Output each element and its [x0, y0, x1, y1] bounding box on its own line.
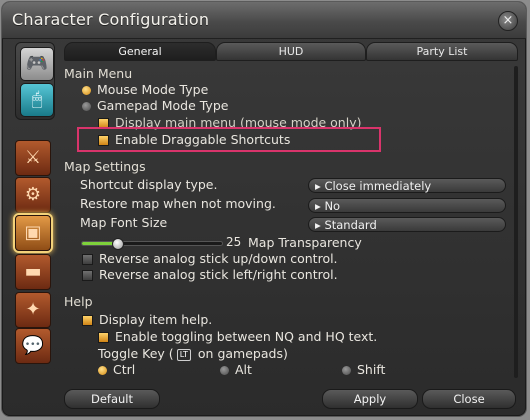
- nq-hq-toggle-label: Enable toggling between NQ and HQ text.: [115, 329, 378, 344]
- display-main-menu-label: Display main menu (mouse mode only): [115, 115, 362, 130]
- checkbox-checked-icon[interactable]: [98, 118, 109, 129]
- sidebar: 🎮 🖱 ⚔ ⚙ ▣ ▬ ✦ 💬: [12, 42, 56, 372]
- display-item-help-option[interactable]: Display item help.: [82, 312, 212, 327]
- settings-panel: Main Menu Mouse Mode Type Gamepad Mode T…: [64, 64, 520, 384]
- map-font-label: Map Font Size: [80, 215, 168, 230]
- toggle-key-ctrl[interactable]: Ctrl: [98, 362, 135, 377]
- map-font-dropdown[interactable]: ▸ Standard: [308, 217, 506, 232]
- input-mode-group: 🎮 🖱: [15, 42, 55, 120]
- character-category-icon[interactable]: ▣: [15, 215, 51, 251]
- settings-category-icon[interactable]: ⚙: [15, 177, 51, 213]
- toggle-key-shift[interactable]: Shift: [342, 362, 385, 377]
- mouse-mode-option[interactable]: Mouse Mode Type: [82, 82, 208, 97]
- reverse-leftright-label: Reverse analog stick left/right control.: [99, 267, 338, 282]
- draggable-shortcuts-option[interactable]: Enable Draggable Shortcuts: [98, 132, 290, 147]
- draggable-shortcuts-label: Enable Draggable Shortcuts: [115, 132, 291, 147]
- map-settings-heading: Map Settings: [64, 159, 146, 174]
- checkbox-unchecked-icon[interactable]: [82, 254, 93, 265]
- checkbox-unchecked-icon[interactable]: [82, 270, 93, 281]
- radio-selected-icon[interactable]: [98, 366, 107, 375]
- toggle-key-alt[interactable]: Alt: [220, 362, 252, 377]
- mouse-icon[interactable]: 🖱: [20, 83, 54, 117]
- reverse-updown-option[interactable]: Reverse analog stick up/down control.: [82, 251, 338, 266]
- toggle-key-label: Toggle Key (LT on gamepads): [98, 346, 288, 361]
- shortcut-display-dropdown[interactable]: ▸ Close immediately: [308, 178, 506, 193]
- party-category-icon[interactable]: ✦: [15, 292, 51, 328]
- reverse-updown-label: Reverse analog stick up/down control.: [99, 251, 338, 266]
- transparency-value: 25: [226, 235, 242, 249]
- toggle-key-suffix: on gamepads): [193, 346, 288, 361]
- radio-selected-icon[interactable]: [82, 86, 91, 95]
- tab-party-list[interactable]: Party List: [366, 42, 518, 61]
- help-heading: Help: [64, 294, 93, 309]
- restore-map-value: No: [324, 199, 341, 213]
- display-main-menu-option[interactable]: Display main menu (mouse mode only): [98, 115, 361, 130]
- transparency-label: Map Transparency: [248, 235, 362, 250]
- radio-unselected-icon[interactable]: [220, 366, 229, 375]
- checkbox-checked-icon[interactable]: [98, 332, 109, 343]
- character-configuration-window: Character Configuration × 🎮 🖱 ⚔ ⚙ ▣ ▬ ✦ …: [2, 2, 526, 416]
- map-transparency-slider[interactable]: [82, 238, 222, 250]
- shortcut-display-value: Close immediately: [324, 179, 432, 193]
- close-button[interactable]: Close: [422, 389, 516, 409]
- nq-hq-toggle-option[interactable]: Enable toggling between NQ and HQ text.: [98, 329, 377, 344]
- ctrl-label: Ctrl: [113, 362, 136, 377]
- lt-button-icon: LT: [176, 348, 191, 361]
- restore-map-dropdown[interactable]: ▸ No: [308, 198, 506, 213]
- map-font-value: Standard: [324, 218, 377, 232]
- chat-category-icon[interactable]: 💬: [15, 328, 51, 364]
- radio-unselected-icon[interactable]: [342, 366, 351, 375]
- gamepad-icon[interactable]: 🎮: [20, 47, 54, 81]
- main-menu-heading: Main Menu: [64, 66, 133, 81]
- restore-map-label: Restore map when not moving.: [80, 196, 276, 211]
- tab-hud[interactable]: HUD: [216, 42, 366, 61]
- tab-general[interactable]: General: [64, 42, 216, 61]
- shift-label: Shift: [357, 362, 386, 377]
- combat-category-icon[interactable]: ⚔: [15, 140, 51, 176]
- window-title: Character Configuration: [12, 10, 210, 29]
- apply-button[interactable]: Apply: [322, 389, 418, 409]
- checkbox-checked-icon[interactable]: [98, 135, 109, 146]
- close-icon[interactable]: ×: [498, 11, 518, 31]
- gamepad-mode-label: Gamepad Mode Type: [97, 98, 229, 113]
- tab-bar: General HUD Party List: [64, 42, 518, 61]
- default-button[interactable]: Default: [64, 389, 160, 409]
- toggle-key-prefix: Toggle Key (: [98, 346, 174, 361]
- checkbox-checked-icon[interactable]: [82, 315, 93, 326]
- slider-handle[interactable]: [112, 238, 124, 250]
- gamepad-mode-option[interactable]: Gamepad Mode Type: [82, 98, 228, 113]
- nameplate-category-icon[interactable]: ▬: [15, 254, 51, 290]
- mouse-mode-label: Mouse Mode Type: [97, 82, 209, 97]
- display-item-help-label: Display item help.: [99, 312, 213, 327]
- alt-label: Alt: [235, 362, 252, 377]
- reverse-leftright-option[interactable]: Reverse analog stick left/right control.: [82, 267, 338, 282]
- title-bar[interactable]: Character Configuration ×: [2, 2, 526, 39]
- radio-unselected-icon[interactable]: [82, 102, 91, 111]
- shortcut-display-label: Shortcut display type.: [80, 177, 218, 192]
